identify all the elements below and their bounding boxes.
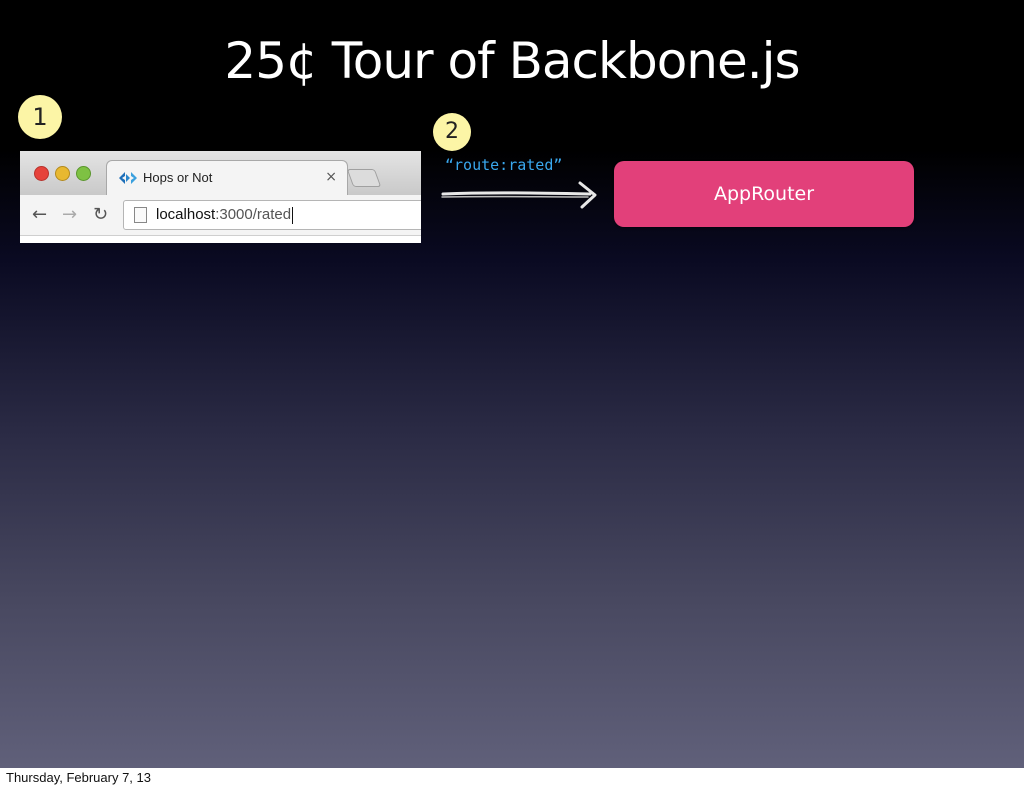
page-icon — [134, 207, 147, 223]
new-tab-button[interactable] — [346, 169, 382, 187]
footer-bar: Thursday, February 7, 13 — [0, 768, 1024, 788]
step-badge-2: 2 — [433, 113, 471, 151]
close-window-button[interactable] — [34, 166, 49, 181]
tab-title: Hops or Not — [143, 170, 213, 185]
tab-strip: Hops or Not × — [20, 151, 421, 196]
route-event-label: “route:rated” — [445, 156, 563, 174]
browser-window: Hops or Not × ← → ↻ localhost:3000/rated — [20, 151, 421, 243]
browser-tab[interactable]: Hops or Not × — [106, 160, 348, 196]
zoom-window-button[interactable] — [76, 166, 91, 181]
reload-icon[interactable]: ↻ — [93, 204, 108, 225]
approuter-box: AppRouter — [614, 161, 914, 227]
route-arrow-icon — [441, 181, 597, 209]
back-arrow-icon[interactable]: ← — [32, 204, 47, 225]
address-url[interactable]: localhost:3000/rated — [156, 206, 294, 224]
text-cursor — [292, 206, 294, 224]
address-bar[interactable]: localhost:3000/rated — [123, 200, 421, 230]
backbone-logo-icon — [119, 172, 137, 184]
tab-close-icon[interactable]: × — [325, 169, 337, 185]
minimize-window-button[interactable] — [55, 166, 70, 181]
footer-date: Thursday, February 7, 13 — [6, 770, 151, 785]
slide-title: 25¢ Tour of Backbone.js — [224, 32, 800, 90]
url-host: localhost — [156, 206, 216, 223]
slide: 25¢ Tour of Backbone.js 1 2 Hops or Not … — [0, 0, 1024, 768]
forward-arrow-icon[interactable]: → — [62, 204, 77, 225]
url-path: :3000/rated — [215, 206, 292, 223]
browser-toolbar: ← → ↻ localhost:3000/rated — [20, 195, 421, 236]
step-badge-1: 1 — [18, 95, 62, 139]
